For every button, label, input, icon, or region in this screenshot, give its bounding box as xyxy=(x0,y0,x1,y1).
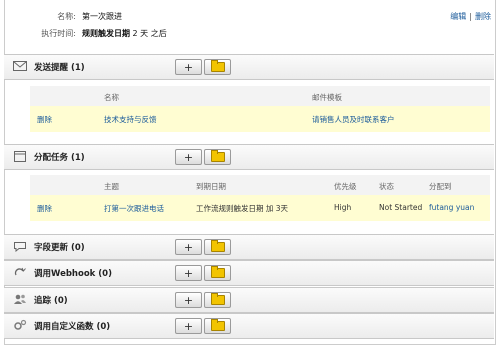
task-subject-link[interactable]: 打第一次跟进电话 xyxy=(104,203,164,214)
section-title: 分配任务 (1) xyxy=(34,153,85,163)
calendar-icon xyxy=(14,151,26,162)
folder-icon xyxy=(210,240,225,252)
open-folder-button[interactable] xyxy=(204,318,231,334)
section-actions: + xyxy=(175,59,233,75)
column-header: 邮件模板 xyxy=(312,93,342,102)
column-header: 名称 xyxy=(104,93,119,102)
delete-row-link[interactable]: 删除 xyxy=(37,203,52,214)
section-webhook: 调用Webhook (0) + xyxy=(4,260,494,286)
header-actions: 编辑 | 删除 xyxy=(450,11,491,22)
folder-icon xyxy=(210,266,225,278)
open-folder-button[interactable] xyxy=(204,149,231,165)
folder-icon xyxy=(210,319,225,331)
delete-row-link[interactable]: 删除 xyxy=(37,114,52,125)
open-folder-button[interactable] xyxy=(204,265,231,281)
add-button[interactable]: + xyxy=(175,239,202,255)
column-header: 到期日期 xyxy=(196,182,226,191)
section-actions: + xyxy=(175,239,233,255)
column-header: 主题 xyxy=(104,182,119,191)
column-header: 优先级 xyxy=(334,182,357,191)
task-status: Not Started xyxy=(379,203,423,212)
time-value-trigger: 规则触发日期 xyxy=(82,29,130,38)
column-header: 状态 xyxy=(379,182,394,191)
task-assignee-link[interactable]: futang yuan xyxy=(429,203,474,212)
name-label: 名称: xyxy=(57,12,76,21)
folder-icon xyxy=(210,293,225,305)
section-tracking: 追踪 (0) + xyxy=(4,287,494,313)
add-button[interactable]: + xyxy=(175,265,202,281)
task-priority: High xyxy=(334,203,352,212)
section-actions: + xyxy=(175,149,233,165)
section-email-alerts: 发送提醒 (1) + xyxy=(4,54,494,80)
add-button[interactable]: + xyxy=(175,318,202,334)
table-header: 主题 到期日期 优先级 状态 分配到 xyxy=(30,175,490,196)
name-value: 第一次跟进 xyxy=(82,12,122,21)
section-title: 追踪 (0) xyxy=(34,296,68,306)
add-button[interactable]: + xyxy=(175,149,202,165)
section-title: 调用自定义函数 (0) xyxy=(34,322,111,332)
table-row: 删除 技术支持与反馈 请销售人员及时联系客户 xyxy=(30,106,490,132)
open-folder-button[interactable] xyxy=(204,59,231,75)
add-button[interactable]: + xyxy=(175,292,202,308)
webhook-icon xyxy=(14,267,26,276)
envelope-icon xyxy=(13,61,27,71)
alert-name-link[interactable]: 技术支持与反馈 xyxy=(104,114,157,125)
delete-link[interactable]: 删除 xyxy=(475,12,491,21)
time-value: 规则触发日期 2 天 之后 xyxy=(82,28,167,39)
section-actions: + xyxy=(175,318,233,334)
open-folder-button[interactable] xyxy=(204,292,231,308)
table-row: 删除 打第一次跟进电话 工作流规则触发日期 加 3天 High Not Star… xyxy=(30,195,490,221)
link-separator: | xyxy=(469,12,472,21)
add-button[interactable]: + xyxy=(175,59,202,75)
open-folder-button[interactable] xyxy=(204,239,231,255)
section-field-updates: 字段更新 (0) + xyxy=(4,234,494,260)
section-custom-function: 调用自定义函数 (0) + xyxy=(4,313,494,339)
folder-icon xyxy=(210,150,225,162)
time-label: 执行时间: xyxy=(41,29,76,38)
gears-icon xyxy=(14,319,27,330)
section-title: 发送提醒 (1) xyxy=(34,63,85,73)
table-header: 名称 邮件模板 xyxy=(30,86,490,107)
section-actions: + xyxy=(175,265,233,281)
folder-icon xyxy=(210,60,225,72)
section-title: 字段更新 (0) xyxy=(34,243,85,253)
section-actions: + xyxy=(175,292,233,308)
task-due-date: 工作流规则触发日期 加 3天 xyxy=(196,204,289,213)
users-icon xyxy=(14,294,26,304)
speech-bubble-icon xyxy=(14,242,26,252)
section-title: 调用Webhook (0) xyxy=(34,269,112,279)
section-tasks: 分配任务 (1) + xyxy=(4,144,494,170)
column-header: 分配到 xyxy=(429,182,452,191)
email-template-link[interactable]: 请销售人员及时联系客户 xyxy=(312,114,395,125)
edit-link[interactable]: 编辑 xyxy=(450,12,466,21)
time-value-offset: 2 天 之后 xyxy=(132,29,167,38)
